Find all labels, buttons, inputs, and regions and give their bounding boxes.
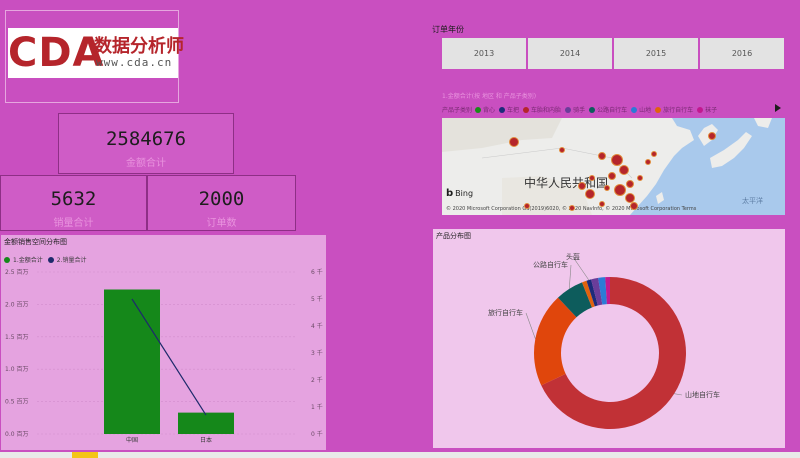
kpi-amount-value: 2584676 xyxy=(105,128,187,150)
map-legend-item: 山地 xyxy=(631,105,651,114)
donut-leader-line xyxy=(674,393,683,396)
kpi-orders-label: 订单数 xyxy=(206,218,237,229)
map-title: 1.金额合计(按 地区 和 产品子类别) xyxy=(442,93,537,100)
logo-brand: CDA xyxy=(8,30,105,76)
bar-china[interactable] xyxy=(104,289,160,434)
donut-slice-label: 公路自行车 xyxy=(533,260,568,269)
map-bubble[interactable] xyxy=(569,205,575,211)
map-legend-label: 旅行自行车 xyxy=(663,107,694,114)
year-button-2015[interactable]: 2015 xyxy=(614,38,698,69)
map-bubble[interactable] xyxy=(651,151,657,157)
kpi-quantity-label: 销量合计 xyxy=(53,218,94,229)
y-left-tick-label: 0.0 百万 xyxy=(5,431,28,438)
map-bubble[interactable] xyxy=(614,184,626,196)
y-left-tick-label: 2.0 百万 xyxy=(5,301,28,308)
map-bubble[interactable] xyxy=(559,147,565,153)
map-bubbles xyxy=(442,118,785,215)
map-legend-item: 公路自行车 xyxy=(589,105,627,114)
map-bubble[interactable] xyxy=(598,152,606,160)
donut-slice-label: 头盔 xyxy=(566,252,580,261)
legend-dot-icon xyxy=(475,106,482,113)
donut-slice-label: 山地自行车 xyxy=(685,390,720,399)
bing-map[interactable]: 中华人民共和国 太平洋 b Bing © 2020 Microsoft Corp… xyxy=(442,118,785,215)
page-tab-active[interactable] xyxy=(72,452,98,458)
map-legend-label: 车把 xyxy=(507,107,520,114)
map-legend-item: 旅行自行车 xyxy=(655,105,693,114)
kpi-quantity-card: 5632 销量合计 xyxy=(0,175,147,231)
legend-dot-icon xyxy=(565,106,572,113)
y-right-tick-label: 2 千 xyxy=(311,376,323,384)
logo-cn-text: 数据分析师 xyxy=(94,36,184,57)
pie-chart-svg: 山地自行车 旅行自行车 公路自行车头盔 xyxy=(488,252,720,429)
map-bubble[interactable] xyxy=(626,180,634,188)
logo-url: www.cda.cn xyxy=(96,56,173,69)
donut-slice-label: 旅行自行车 xyxy=(488,308,523,317)
map-bubble[interactable] xyxy=(509,137,519,147)
legend-dot-icon xyxy=(655,106,662,113)
map-legend-title: 产品子类别 xyxy=(442,107,473,114)
map-bubble[interactable] xyxy=(611,154,623,166)
map-legend-label: 车胎和内胎 xyxy=(531,107,562,114)
donut-leader-line xyxy=(568,264,572,289)
map-bubble[interactable] xyxy=(630,202,638,210)
legend-dot-icon xyxy=(499,106,506,113)
map-bubble[interactable] xyxy=(708,132,716,140)
y-left-tick-label: 1.5 百万 xyxy=(5,334,28,341)
map-bubble[interactable] xyxy=(585,189,595,199)
year-slicer-title: 订单年份 xyxy=(432,25,464,34)
map-legend-item: 背心 xyxy=(475,105,495,114)
bar-chart-svg: 0.0 百万 0.5 百万 1.0 百万 1.5 百万 2.0 百万 2.5 百万 0 千 1… xyxy=(5,268,323,444)
donut-slice[interactable] xyxy=(534,297,577,386)
y-left-tick-label: 2.5 百万 xyxy=(5,269,28,276)
y-right-tick-label: 1 千 xyxy=(311,403,323,411)
map-bubble[interactable] xyxy=(578,182,586,190)
year-button-2016[interactable]: 2016 xyxy=(700,38,784,69)
y-right-tick-label: 0 千 xyxy=(311,430,323,438)
kpi-amount-label: 金额合计 xyxy=(126,158,166,169)
map-bubble[interactable] xyxy=(604,185,610,191)
kpi-orders-value: 2000 xyxy=(198,188,245,210)
map-bubble[interactable] xyxy=(599,201,605,207)
y-left-tick-label: 1.0 百万 xyxy=(5,366,28,373)
map-legend-label: 公路自行车 xyxy=(597,107,628,114)
bar-japan[interactable] xyxy=(178,412,234,434)
map-bubble[interactable] xyxy=(619,165,629,175)
y-right-tick-label: 5 千 xyxy=(311,295,323,303)
map-legend-label: 袜子 xyxy=(705,107,718,114)
year-button-2014[interactable]: 2014 xyxy=(528,38,612,69)
map-legend-label: 背心 xyxy=(483,107,496,114)
map-legend-item: 骑手 xyxy=(565,105,585,114)
legend-next-arrow-icon[interactable] xyxy=(775,104,781,112)
donut-leader-line xyxy=(525,312,536,339)
map-legend-item: 车胎和内胎 xyxy=(523,105,561,114)
kpi-amount-card: 2584676 金额合计 xyxy=(58,113,234,174)
legend-dot-icon xyxy=(589,106,596,113)
map-legend-label: 骑手 xyxy=(573,107,586,114)
map-legend-item: 车把 xyxy=(499,105,519,114)
kpi-orders-card: 2000 订单数 xyxy=(147,175,296,231)
map-bubble[interactable] xyxy=(645,159,651,165)
kpi-quantity-value: 5632 xyxy=(50,188,97,210)
map-bubble[interactable] xyxy=(524,203,530,209)
map-legend-item: 袜子 xyxy=(697,105,717,114)
y-right-tick-label: 6 千 xyxy=(311,268,323,276)
y-right-tick-label: 4 千 xyxy=(311,322,323,330)
y-right-tick-label: 3 千 xyxy=(311,349,323,357)
legend-dot-icon xyxy=(631,106,638,113)
x-tick-label: 中国 xyxy=(126,436,138,444)
year-button-2013[interactable]: 2013 xyxy=(442,38,526,69)
pie-chart-panel: 产品分布图 山地自行车 旅行自行车 公路自行车 头盔 xyxy=(433,229,785,448)
x-tick-label: 日本 xyxy=(200,436,212,444)
y-left-tick-label: 0.5 百万 xyxy=(5,399,28,406)
map-bubble[interactable] xyxy=(608,172,616,180)
map-bubble[interactable] xyxy=(589,175,595,181)
bar-chart-panel: 金额销售空间分布图 1.金额合计 2.销量合计 0.0 百万 0.5 百万 1.0 … xyxy=(1,235,326,450)
legend-dot-icon xyxy=(697,106,704,113)
map-legend-label: 山地 xyxy=(639,107,652,114)
legend-dot-icon xyxy=(523,106,530,113)
map-legend: 产品子类别 背心 车把 车胎和内胎 骑手 公路自行车 山地 旅行自行车 袜子 xyxy=(442,105,717,114)
map-bubble[interactable] xyxy=(637,175,643,181)
page-tab-strip xyxy=(0,452,800,458)
cda-logo: CDA 数据分析师 www.cda.cn xyxy=(8,28,184,78)
